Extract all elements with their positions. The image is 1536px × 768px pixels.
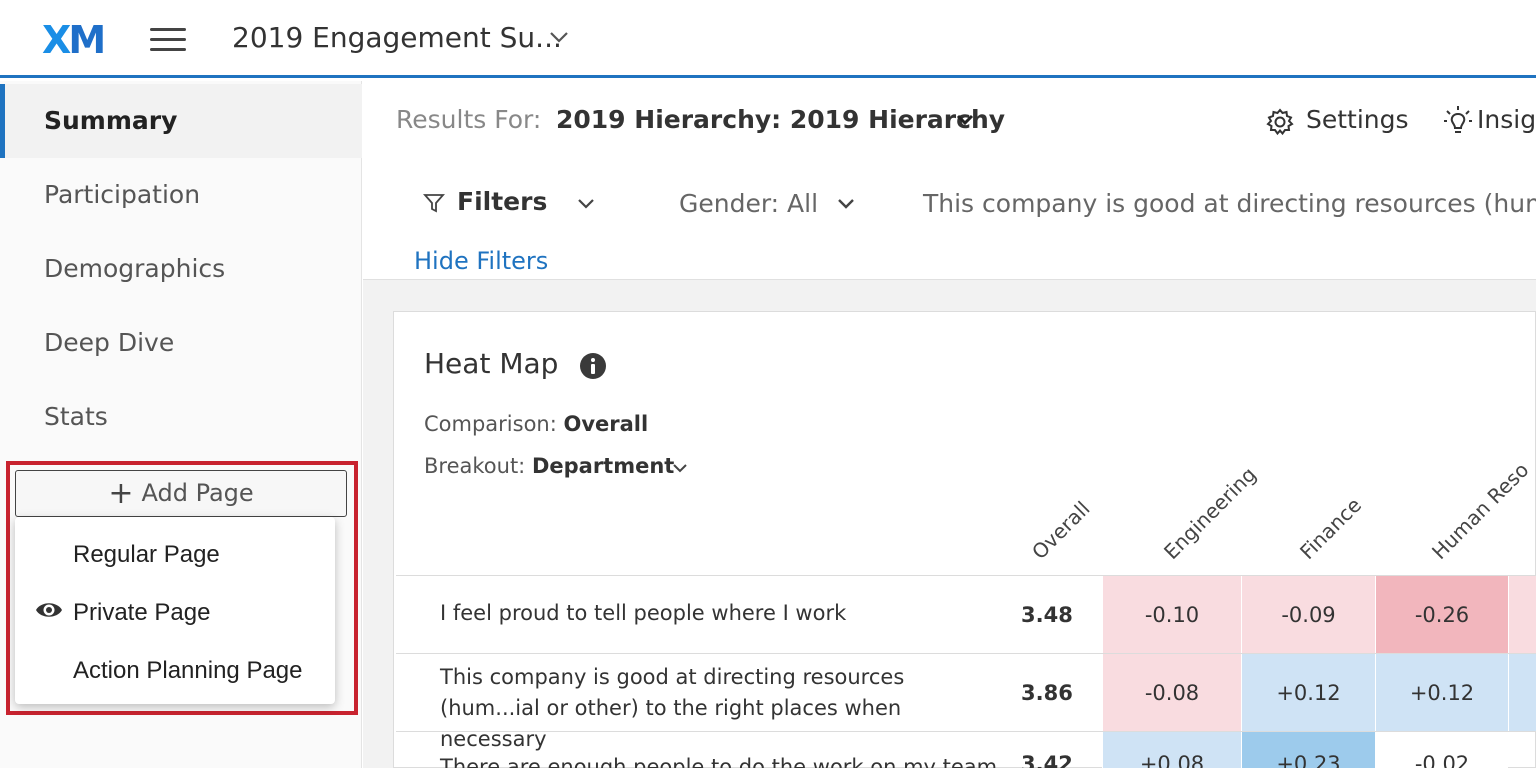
heat-cell[interactable]: +0.12 bbox=[1375, 654, 1508, 731]
menu-item-regular-page[interactable]: Regular Page bbox=[73, 541, 220, 569]
table-row: This company is good at directing resour… bbox=[396, 653, 1536, 751]
overall-score: 3.48 bbox=[1021, 603, 1073, 627]
hide-filters-link[interactable]: Hide Filters bbox=[414, 247, 548, 275]
question-filter[interactable]: This company is good at directing resour… bbox=[923, 189, 1536, 218]
heat-cell[interactable]: -0.08 bbox=[1102, 654, 1241, 731]
menu-item-action-planning-page[interactable]: Action Planning Page bbox=[73, 657, 303, 685]
lightbulb-icon[interactable] bbox=[1443, 105, 1473, 137]
filter-bar: Results For: 2019 Hierarchy: 2019 Hierar… bbox=[363, 81, 1536, 280]
breakout-value: Department bbox=[531, 454, 675, 478]
add-page-label: Add Page bbox=[141, 479, 254, 507]
main-content: Results For: 2019 Hierarchy: 2019 Hierar… bbox=[363, 81, 1536, 768]
chevron-down-icon[interactable] bbox=[548, 30, 570, 44]
sidebar-item-summary[interactable]: Summary bbox=[0, 84, 362, 158]
menu-item-private-page[interactable]: Private Page bbox=[73, 599, 210, 627]
column-header-engineering: Engineering bbox=[1159, 462, 1261, 564]
sidebar-item-demographics[interactable]: Demographics bbox=[0, 232, 362, 306]
gear-icon[interactable] bbox=[1266, 108, 1294, 136]
comparison-label: Comparison: bbox=[424, 412, 557, 436]
comparison-setting: Comparison: Overall bbox=[424, 412, 648, 436]
chevron-down-icon[interactable] bbox=[836, 197, 856, 211]
settings-button[interactable]: Settings bbox=[1306, 105, 1409, 134]
filters-button[interactable]: Filters bbox=[457, 187, 547, 216]
filter-icon bbox=[423, 194, 445, 213]
chevron-down-icon[interactable] bbox=[671, 463, 689, 475]
logo-letter-x: X bbox=[42, 18, 71, 62]
chevron-down-icon[interactable] bbox=[576, 197, 596, 211]
question-text: I feel proud to tell people where I work bbox=[440, 601, 847, 625]
heat-cell[interactable]: -0.10 bbox=[1102, 576, 1241, 653]
widget-title: Heat Map bbox=[424, 347, 559, 380]
heat-cell[interactable]: +0.23 bbox=[1241, 732, 1375, 768]
comparison-value: Overall bbox=[563, 412, 649, 436]
hamburger-menu-icon[interactable] bbox=[150, 26, 186, 54]
table-row: I feel proud to tell people where I work… bbox=[396, 575, 1536, 653]
results-for-label: Results For: bbox=[396, 105, 542, 134]
sidebar-item-participation[interactable]: Participation bbox=[0, 158, 362, 232]
column-header-finance: Finance bbox=[1295, 492, 1367, 564]
question-text: There are enough people to do the work o… bbox=[440, 755, 998, 768]
heat-cell-partial bbox=[1508, 576, 1536, 653]
column-header-human-resources: Human Reso bbox=[1427, 457, 1534, 564]
heat-cell[interactable]: +0.12 bbox=[1241, 654, 1375, 731]
heat-cell[interactable]: -0.09 bbox=[1241, 576, 1375, 653]
sidebar-item-stats[interactable]: Stats bbox=[0, 380, 362, 454]
overall-score: 3.42 bbox=[1021, 752, 1073, 768]
heat-cell[interactable]: -0.26 bbox=[1375, 576, 1508, 653]
heat-map-widget: Heat Map Comparison: Overall Breakout: D… bbox=[393, 311, 1536, 768]
xm-logo[interactable]: XM bbox=[42, 18, 106, 62]
heat-cell[interactable]: -0.02 bbox=[1375, 732, 1508, 768]
logo-letter-m: M bbox=[68, 18, 106, 62]
table-row: There are enough people to do the work o… bbox=[396, 731, 1536, 768]
add-page-button[interactable]: + Add Page bbox=[15, 470, 347, 517]
chevron-down-icon[interactable] bbox=[955, 113, 975, 127]
heat-cell-partial bbox=[1508, 654, 1536, 731]
insights-button[interactable]: Insig bbox=[1477, 105, 1536, 134]
gender-filter[interactable]: Gender: All bbox=[679, 189, 818, 218]
sidebar-item-deep-dive[interactable]: Deep Dive bbox=[0, 306, 362, 380]
breakout-dropdown[interactable]: Breakout: Department bbox=[424, 454, 674, 478]
info-icon[interactable] bbox=[579, 352, 607, 380]
top-bar: XM 2019 Engagement Su... bbox=[0, 0, 1536, 78]
project-title[interactable]: 2019 Engagement Su... bbox=[232, 18, 562, 58]
heat-cell[interactable]: +0.08 bbox=[1102, 732, 1241, 768]
results-for-dropdown[interactable]: 2019 Hierarchy: 2019 Hierarchy bbox=[556, 105, 1005, 134]
overall-score: 3.86 bbox=[1021, 681, 1073, 705]
breakout-label: Breakout: bbox=[424, 454, 526, 478]
add-page-menu: Regular Page Private Page Action Plannin… bbox=[15, 517, 335, 704]
column-header-overall: Overall bbox=[1027, 496, 1095, 564]
eye-icon bbox=[36, 603, 62, 617]
plus-icon: + bbox=[108, 476, 134, 511]
